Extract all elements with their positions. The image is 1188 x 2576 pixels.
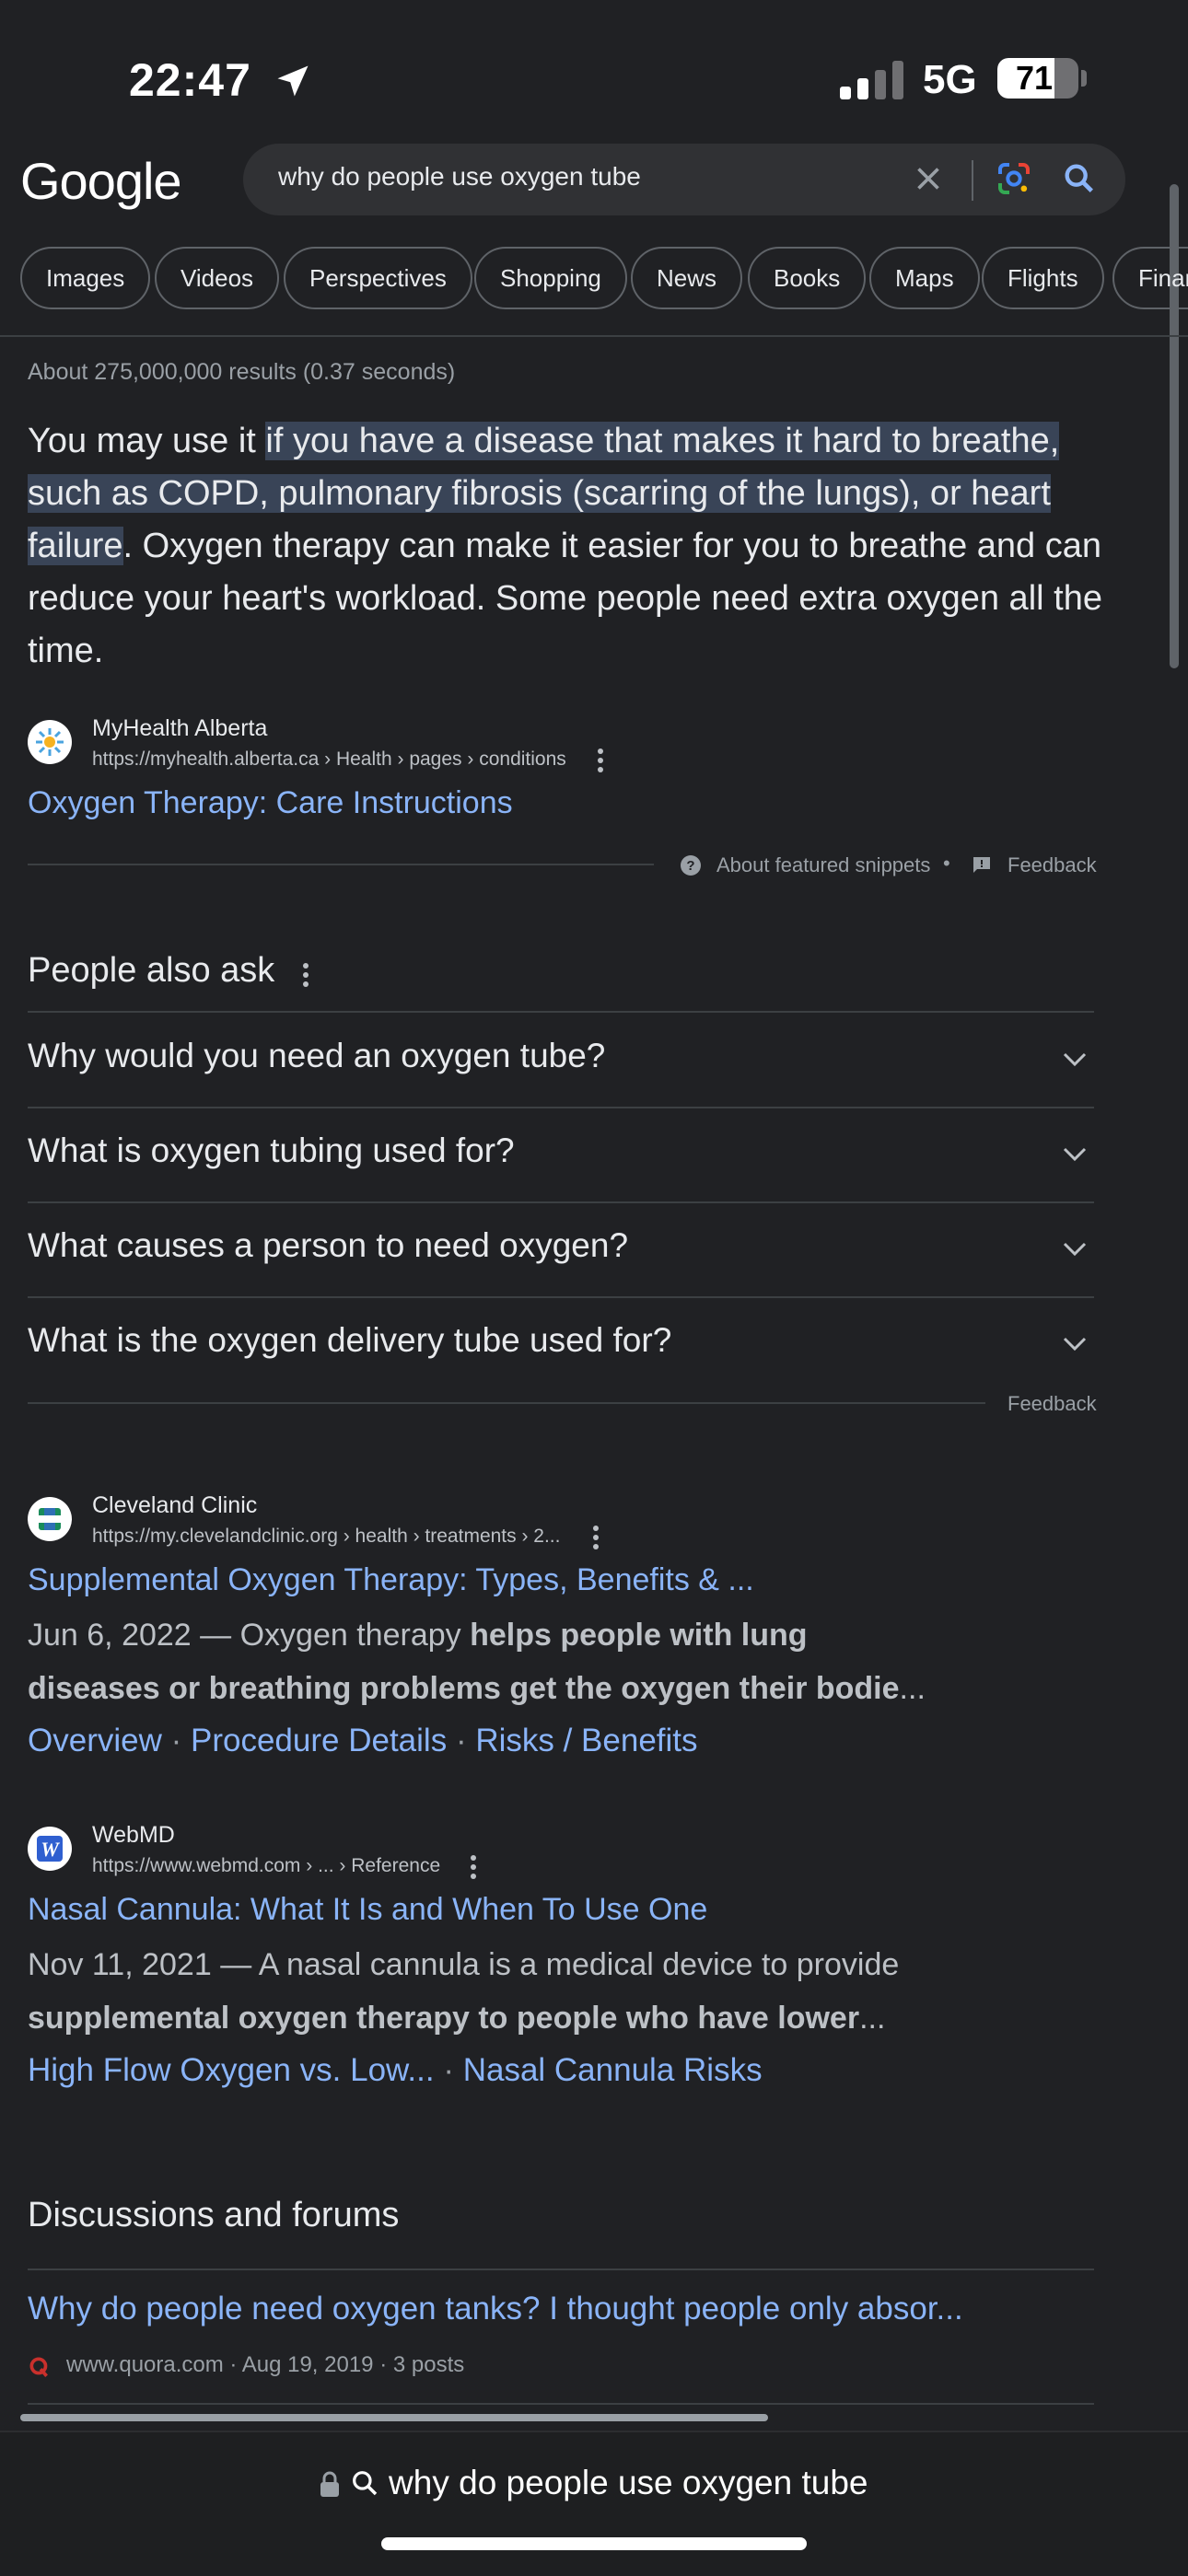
sitelink-risks-benefits[interactable]: Risks / Benefits	[475, 1723, 697, 1758]
paa-divider	[28, 1402, 985, 1404]
svg-text:W: W	[41, 1838, 60, 1861]
chip-perspectives[interactable]: Perspectives	[284, 247, 472, 309]
status-time: 22:47	[129, 54, 251, 106]
source-name: MyHealth Alberta	[92, 715, 268, 741]
result-url[interactable]: https://my.clevelandclinic.org › health …	[92, 1526, 560, 1548]
network-type: 5G	[923, 57, 977, 102]
svg-text:?: ?	[686, 858, 694, 874]
about-featured-snippets[interactable]: About featured snippets	[716, 853, 930, 877]
address-bar[interactable]	[0, 2431, 1188, 2576]
lock-icon	[320, 2471, 340, 2497]
snippet-divider	[28, 864, 654, 865]
paa-divider	[28, 1107, 1094, 1108]
people-also-ask-title: People also ask	[28, 951, 275, 990]
search-icon[interactable]	[1061, 160, 1098, 197]
result-snippet-line-2: diseases or breathing problems get the o…	[28, 1671, 926, 1706]
featured-snippet-text: You may use it if you have a disease tha…	[28, 422, 1102, 670]
source-url[interactable]: https://myhealth.alberta.ca › Health › p…	[92, 748, 566, 771]
paa-question-1[interactable]: Why would you need an oxygen tube?	[28, 1037, 605, 1075]
chip-books[interactable]: Books	[748, 247, 867, 309]
result-sitelinks: Overview · Procedure Details · Risks / B…	[28, 1723, 698, 1758]
help-icon[interactable]: ?	[680, 854, 702, 876]
search-divider	[972, 160, 973, 201]
chip-videos[interactable]: Videos	[155, 247, 280, 309]
header-divider	[0, 335, 1188, 337]
paa-divider	[28, 1201, 1094, 1203]
battery-nub	[1081, 70, 1087, 87]
result-snippet-line-2: supplemental oxygen therapy to people wh…	[28, 2001, 886, 2036]
result-stats: About 275,000,000 results (0.37 seconds)	[28, 359, 456, 385]
chevron-down-icon[interactable]	[1063, 1337, 1087, 1352]
paa-question-2[interactable]: What is oxygen tubing used for?	[28, 1131, 515, 1170]
result-source-name: WebMD	[92, 1822, 175, 1848]
result-snippet-line-1: Nov 11, 2021 — A nasal cannula is a medi…	[28, 1947, 900, 1982]
search-query[interactable]: why do people use oxygen tube	[278, 162, 641, 191]
separator-dot: •	[943, 852, 950, 875]
chip-maps[interactable]: Maps	[869, 247, 980, 309]
location-arrow-icon	[277, 65, 309, 97]
google-logo[interactable]: Google	[20, 151, 182, 211]
myhealth-favicon	[28, 720, 72, 764]
sitelink-procedure-details[interactable]: Procedure Details	[191, 1723, 447, 1758]
more-options-icon[interactable]	[470, 1854, 477, 1880]
discussions-divider	[28, 2403, 1094, 2405]
chip-shopping[interactable]: Shopping	[474, 247, 627, 309]
cellular-signal-icon	[840, 61, 903, 99]
clear-icon[interactable]	[912, 162, 945, 195]
horizontal-scrollbar[interactable]	[20, 2414, 768, 2421]
result-source-name: Cleveland Clinic	[92, 1492, 258, 1518]
paa-question-3[interactable]: What causes a person to need oxygen?	[28, 1226, 628, 1265]
result-title[interactable]: Nasal Cannula: What It Is and When To Us…	[28, 1892, 707, 1928]
discussions-divider	[28, 2269, 1094, 2270]
battery-level: 71	[1015, 59, 1054, 97]
result-title[interactable]: Supplemental Oxygen Therapy: Types, Bene…	[28, 1562, 754, 1598]
result-sitelinks: High Flow Oxygen vs. Low... · Nasal Cann…	[28, 2052, 763, 2088]
more-options-icon[interactable]	[592, 1525, 600, 1550]
result-url[interactable]: https://www.webmd.com › ... › Reference	[92, 1855, 440, 1877]
paa-question-4[interactable]: What is the oxygen delivery tube used fo…	[28, 1321, 671, 1360]
search-icon	[352, 2471, 377, 2496]
discussion-meta: www.quora.com · Aug 19, 2019 · 3 posts	[66, 2352, 465, 2377]
feedback-icon[interactable]	[971, 854, 993, 876]
result-snippet-line-1: Jun 6, 2022 — Oxygen therapy helps peopl…	[28, 1618, 808, 1653]
paa-divider	[28, 1011, 1094, 1013]
address-bar-text[interactable]: why do people use oxygen tube	[389, 2464, 868, 2501]
quora-icon	[29, 2357, 48, 2377]
snippet-feedback[interactable]: Feedback	[1007, 853, 1097, 877]
battery-icon: 71	[997, 58, 1078, 99]
cleveland-clinic-favicon	[28, 1497, 72, 1541]
paa-feedback[interactable]: Feedback	[1007, 1392, 1097, 1416]
paa-options-icon[interactable]	[302, 962, 309, 988]
discussions-title: Discussions and forums	[28, 2196, 400, 2234]
paa-divider	[28, 1296, 1094, 1298]
chevron-down-icon[interactable]	[1063, 1242, 1087, 1257]
chip-finance[interactable]: Finan	[1112, 247, 1188, 309]
sitelink-overview[interactable]: Overview	[28, 1723, 162, 1758]
sitelink-nasal-cannula-risks[interactable]: Nasal Cannula Risks	[463, 2052, 763, 2088]
chevron-down-icon[interactable]	[1063, 1052, 1087, 1067]
chip-flights[interactable]: Flights	[982, 247, 1104, 309]
more-options-icon[interactable]	[597, 748, 604, 773]
featured-result-title[interactable]: Oxygen Therapy: Care Instructions	[28, 785, 513, 821]
webmd-favicon: W	[28, 1827, 72, 1871]
chevron-down-icon[interactable]	[1063, 1147, 1087, 1162]
google-lens-icon[interactable]	[996, 160, 1032, 197]
chip-images[interactable]: Images	[20, 247, 151, 309]
address-bar-content[interactable]: why do people use oxygen tube	[0, 2464, 1188, 2502]
chip-news[interactable]: News	[631, 247, 743, 309]
sitelink-high-flow[interactable]: High Flow Oxygen vs. Low...	[28, 2052, 435, 2088]
discussion-title[interactable]: Why do people need oxygen tanks? I thoug…	[28, 2291, 963, 2327]
home-indicator[interactable]	[381, 2537, 807, 2550]
